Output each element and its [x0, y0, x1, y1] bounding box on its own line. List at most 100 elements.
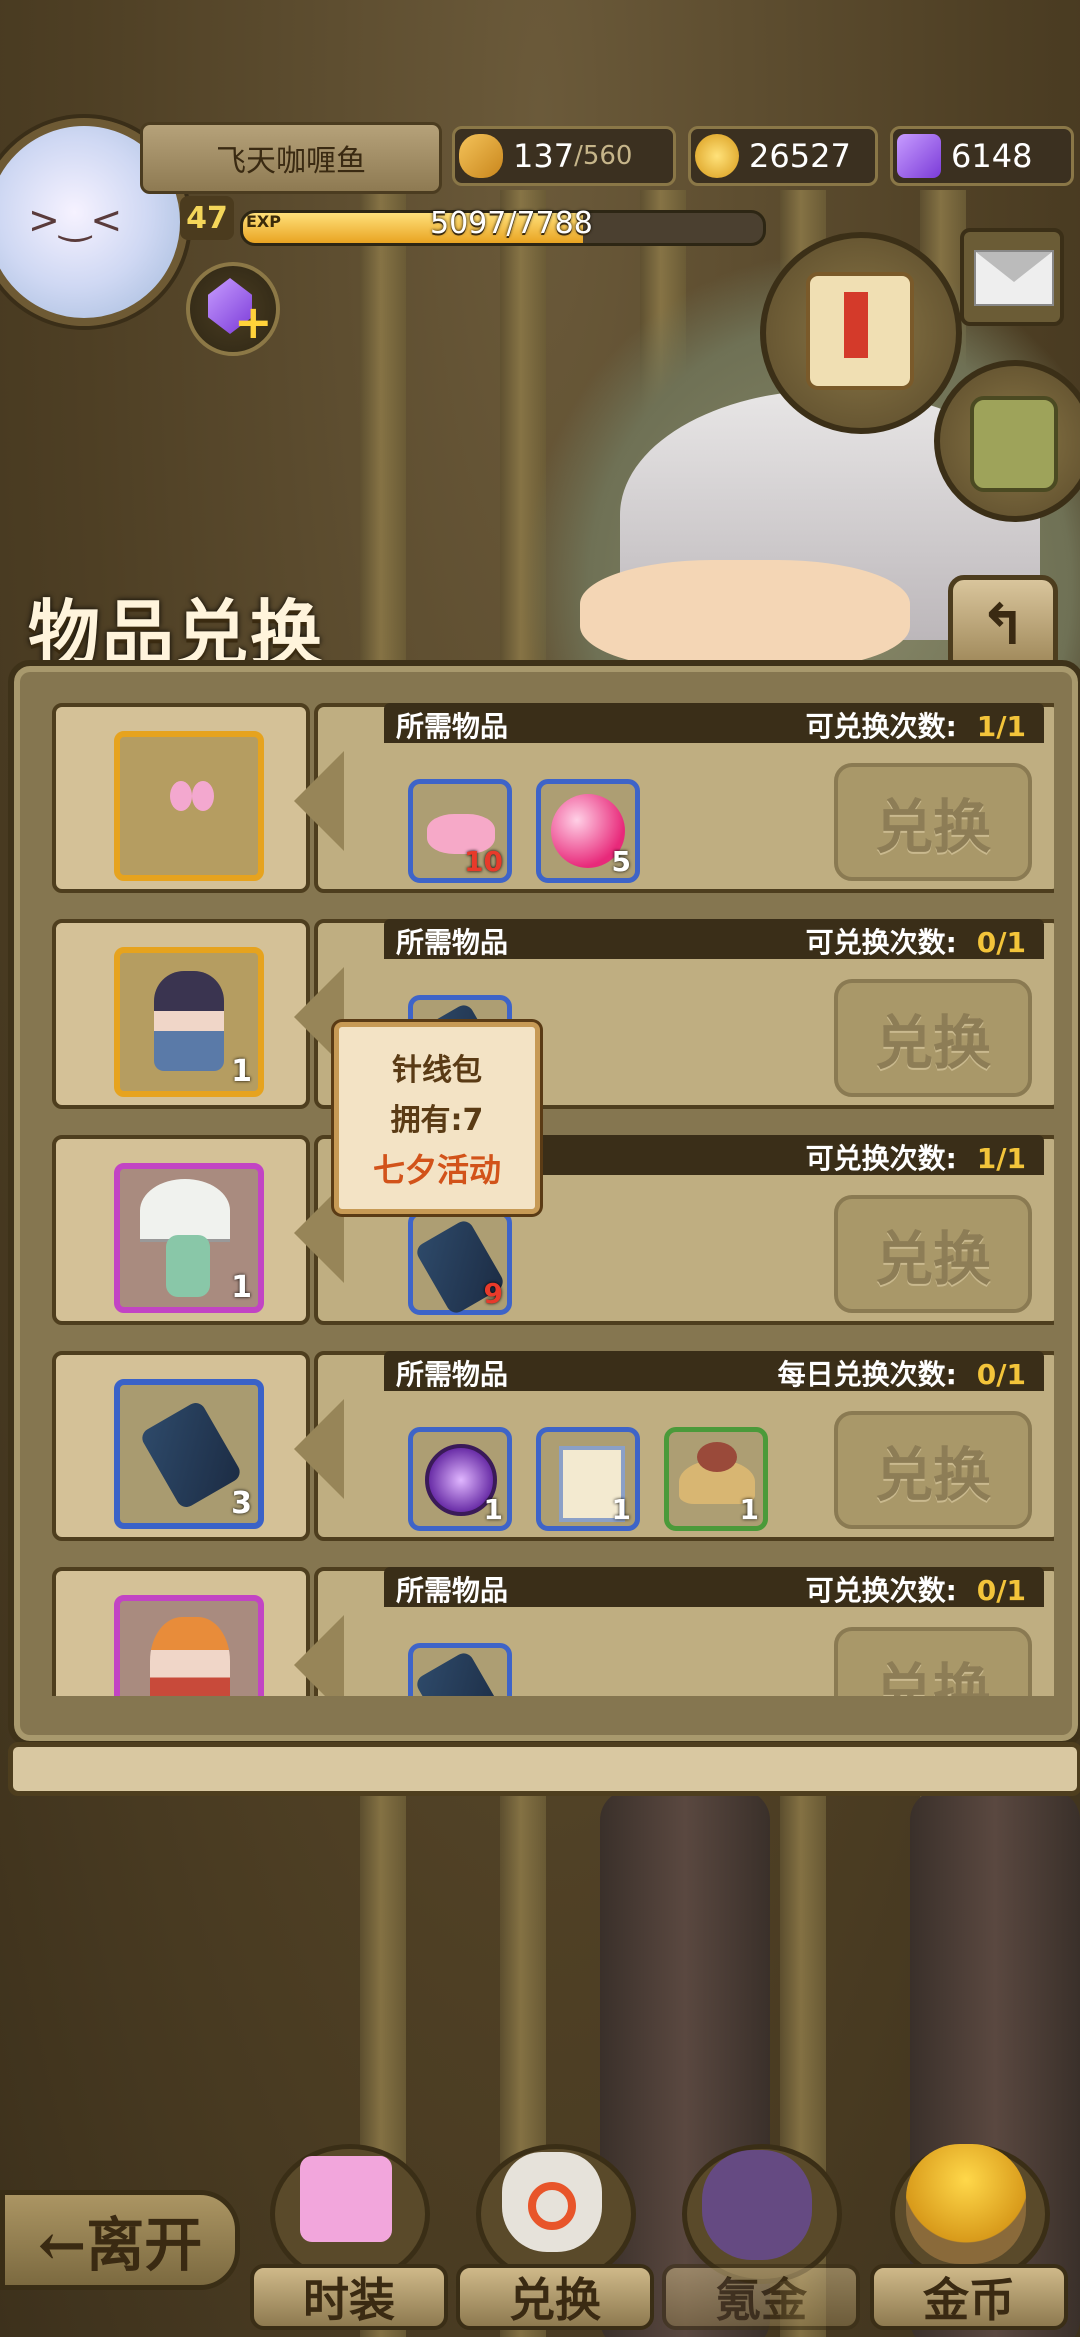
player-level: 47 — [180, 196, 234, 240]
exchange-count: 可兑换次数: 1/1 — [806, 1137, 1026, 1177]
exchange-sack-icon — [502, 2152, 602, 2252]
character-figure-icon — [166, 1235, 210, 1297]
gem-value: 6148 — [951, 137, 1033, 175]
player-name: 飞天咖喱鱼 — [140, 122, 442, 194]
character-figure-icon — [154, 971, 224, 1071]
material-item[interactable]: 1 — [664, 1427, 768, 1531]
clothes-icon — [300, 2156, 392, 2242]
arrow-icon — [294, 1399, 344, 1499]
material-count: 5 — [611, 845, 631, 878]
exchange-list[interactable]: 所需物品 可兑换次数: 1/1 10 5 兑换 所需物品 可兑换次数: 0/1 — [44, 691, 1054, 1696]
stamina-value: 137 — [513, 137, 575, 175]
arrow-icon — [294, 1615, 344, 1696]
pink-bow-icon — [170, 781, 214, 825]
plus-icon: + — [234, 295, 273, 349]
exchange-count: 每日兑换次数: 0/1 — [778, 1353, 1026, 1393]
refresh-arrows-icon — [528, 2182, 576, 2230]
gold-value: 26527 — [749, 137, 851, 175]
parasol-icon — [140, 1179, 230, 1242]
avatar-face-icon: >‿< — [28, 198, 123, 242]
gold-coin-icon — [695, 134, 739, 178]
nav-exchange-label: 兑换 — [456, 2264, 654, 2330]
nav-krypton-label: 氪金 — [662, 2264, 860, 2330]
back-arrow-icon: ↰ — [979, 592, 1027, 658]
quest-scroll-button[interactable] — [760, 232, 962, 434]
sewing-kit-icon — [413, 1649, 507, 1696]
material-count: 9 — [483, 1277, 503, 1310]
envelope-icon — [974, 250, 1054, 306]
buy-gems-button[interactable]: + — [186, 262, 280, 356]
gold-counter[interactable]: 26527 — [688, 126, 878, 186]
exchange-count-value: 0/1 — [976, 1574, 1026, 1607]
exchange-count-value: 0/1 — [976, 1358, 1026, 1391]
exchange-count-value: 0/1 — [976, 926, 1026, 959]
gem-counter[interactable]: 6148 — [890, 126, 1074, 186]
required-items-label: 所需物品 — [396, 1358, 509, 1391]
stamina-counter[interactable]: 137/560 — [452, 126, 676, 186]
exchange-button[interactable]: 兑换 — [834, 1627, 1032, 1696]
material-item[interactable]: 1 — [536, 1427, 640, 1531]
material-item[interactable] — [408, 1643, 512, 1696]
exp-label: EXP — [246, 212, 281, 231]
panel-bottom-bar — [8, 1742, 1080, 1796]
tooltip-owned: 拥有:7 — [390, 1103, 484, 1138]
leave-button[interactable]: ←离开 — [0, 2190, 240, 2290]
exchange-row: 可兑换次数: 1/1 1 9 兑换 — [44, 1123, 1054, 1325]
material-count: 10 — [464, 845, 503, 878]
gold-sack-icon — [906, 2144, 1026, 2264]
nav-exchange-button[interactable]: 兑换 — [456, 2130, 654, 2330]
exchange-panel: 所需物品 可兑换次数: 1/1 10 5 兑换 所需物品 可兑换次数: 0/1 — [8, 660, 1080, 1747]
exchange-count-label: 可兑换次数: — [805, 926, 957, 959]
material-item[interactable]: 1 — [408, 1427, 512, 1531]
exchange-button[interactable]: 兑换 — [834, 763, 1032, 881]
alert-mark-icon — [844, 292, 868, 358]
material-item[interactable]: 9 — [408, 1211, 512, 1317]
exchange-row: 所需物品 可兑换次数: 0/1 兑换 — [44, 1555, 1054, 1696]
exchange-count-label: 可兑换次数: — [805, 1574, 957, 1607]
exchange-button[interactable]: 兑换 — [834, 1195, 1032, 1313]
material-item[interactable]: 5 — [536, 779, 640, 883]
dragon-girl-figure-icon — [150, 1617, 230, 1696]
nav-fashion-label: 时装 — [250, 2264, 448, 2330]
exchange-count: 可兑换次数: 1/1 — [806, 705, 1026, 745]
mail-button[interactable] — [960, 228, 1064, 326]
reward-item[interactable]: 1 — [114, 1163, 264, 1313]
nav-gold-button[interactable]: 金币 — [870, 2130, 1068, 2330]
exchange-button[interactable]: 兑换 — [834, 1411, 1032, 1529]
exchange-row: 所需物品 可兑换次数: 1/1 10 5 兑换 — [44, 691, 1054, 893]
reward-item[interactable] — [114, 1595, 264, 1696]
material-count: 1 — [739, 1493, 759, 1526]
exchange-count: 可兑换次数: 0/1 — [806, 1569, 1026, 1609]
reward-count: 3 — [231, 1486, 252, 1521]
exchange-count-value: 1/1 — [976, 710, 1026, 743]
exp-text: 5097/7788 — [430, 206, 593, 241]
reward-item[interactable]: 3 — [114, 1379, 264, 1529]
gem-sack-icon — [702, 2150, 812, 2260]
reward-count: 1 — [231, 1054, 252, 1089]
arrow-icon — [294, 751, 344, 851]
character-face — [580, 560, 910, 670]
reward-count: 1 — [231, 1270, 252, 1305]
required-items-label: 所需物品 — [396, 1574, 509, 1607]
nav-krypton-button[interactable]: 氪金 — [662, 2130, 860, 2330]
exchange-count-label: 每日兑换次数: — [777, 1358, 957, 1391]
reward-item[interactable] — [114, 731, 264, 881]
backpack-icon — [970, 396, 1058, 492]
required-items-label: 所需物品 — [396, 710, 509, 743]
exchange-row: 所需物品 可兑换次数: 0/1 1 兑换 — [44, 907, 1054, 1109]
tooltip-item-name: 针线包 — [392, 1053, 482, 1088]
tooltip-source: 七夕活动 — [372, 1151, 501, 1189]
exchange-count-value: 1/1 — [976, 1142, 1026, 1175]
reward-item[interactable]: 1 — [114, 947, 264, 1097]
bread-icon — [459, 134, 503, 178]
exchange-row: 所需物品 每日兑换次数: 0/1 3 1 1 1 兑换 — [44, 1339, 1054, 1541]
material-count: 1 — [611, 1493, 631, 1526]
material-item[interactable]: 10 — [408, 779, 512, 883]
gem-icon — [897, 134, 941, 178]
nav-fashion-button[interactable]: 时装 — [250, 2130, 448, 2330]
stamina-max: /560 — [574, 141, 633, 171]
sewing-kit-icon — [138, 1399, 244, 1511]
exchange-button[interactable]: 兑换 — [834, 979, 1032, 1097]
nav-gold-label: 金币 — [870, 2264, 1068, 2330]
exchange-count-label: 可兑换次数: — [805, 710, 957, 743]
